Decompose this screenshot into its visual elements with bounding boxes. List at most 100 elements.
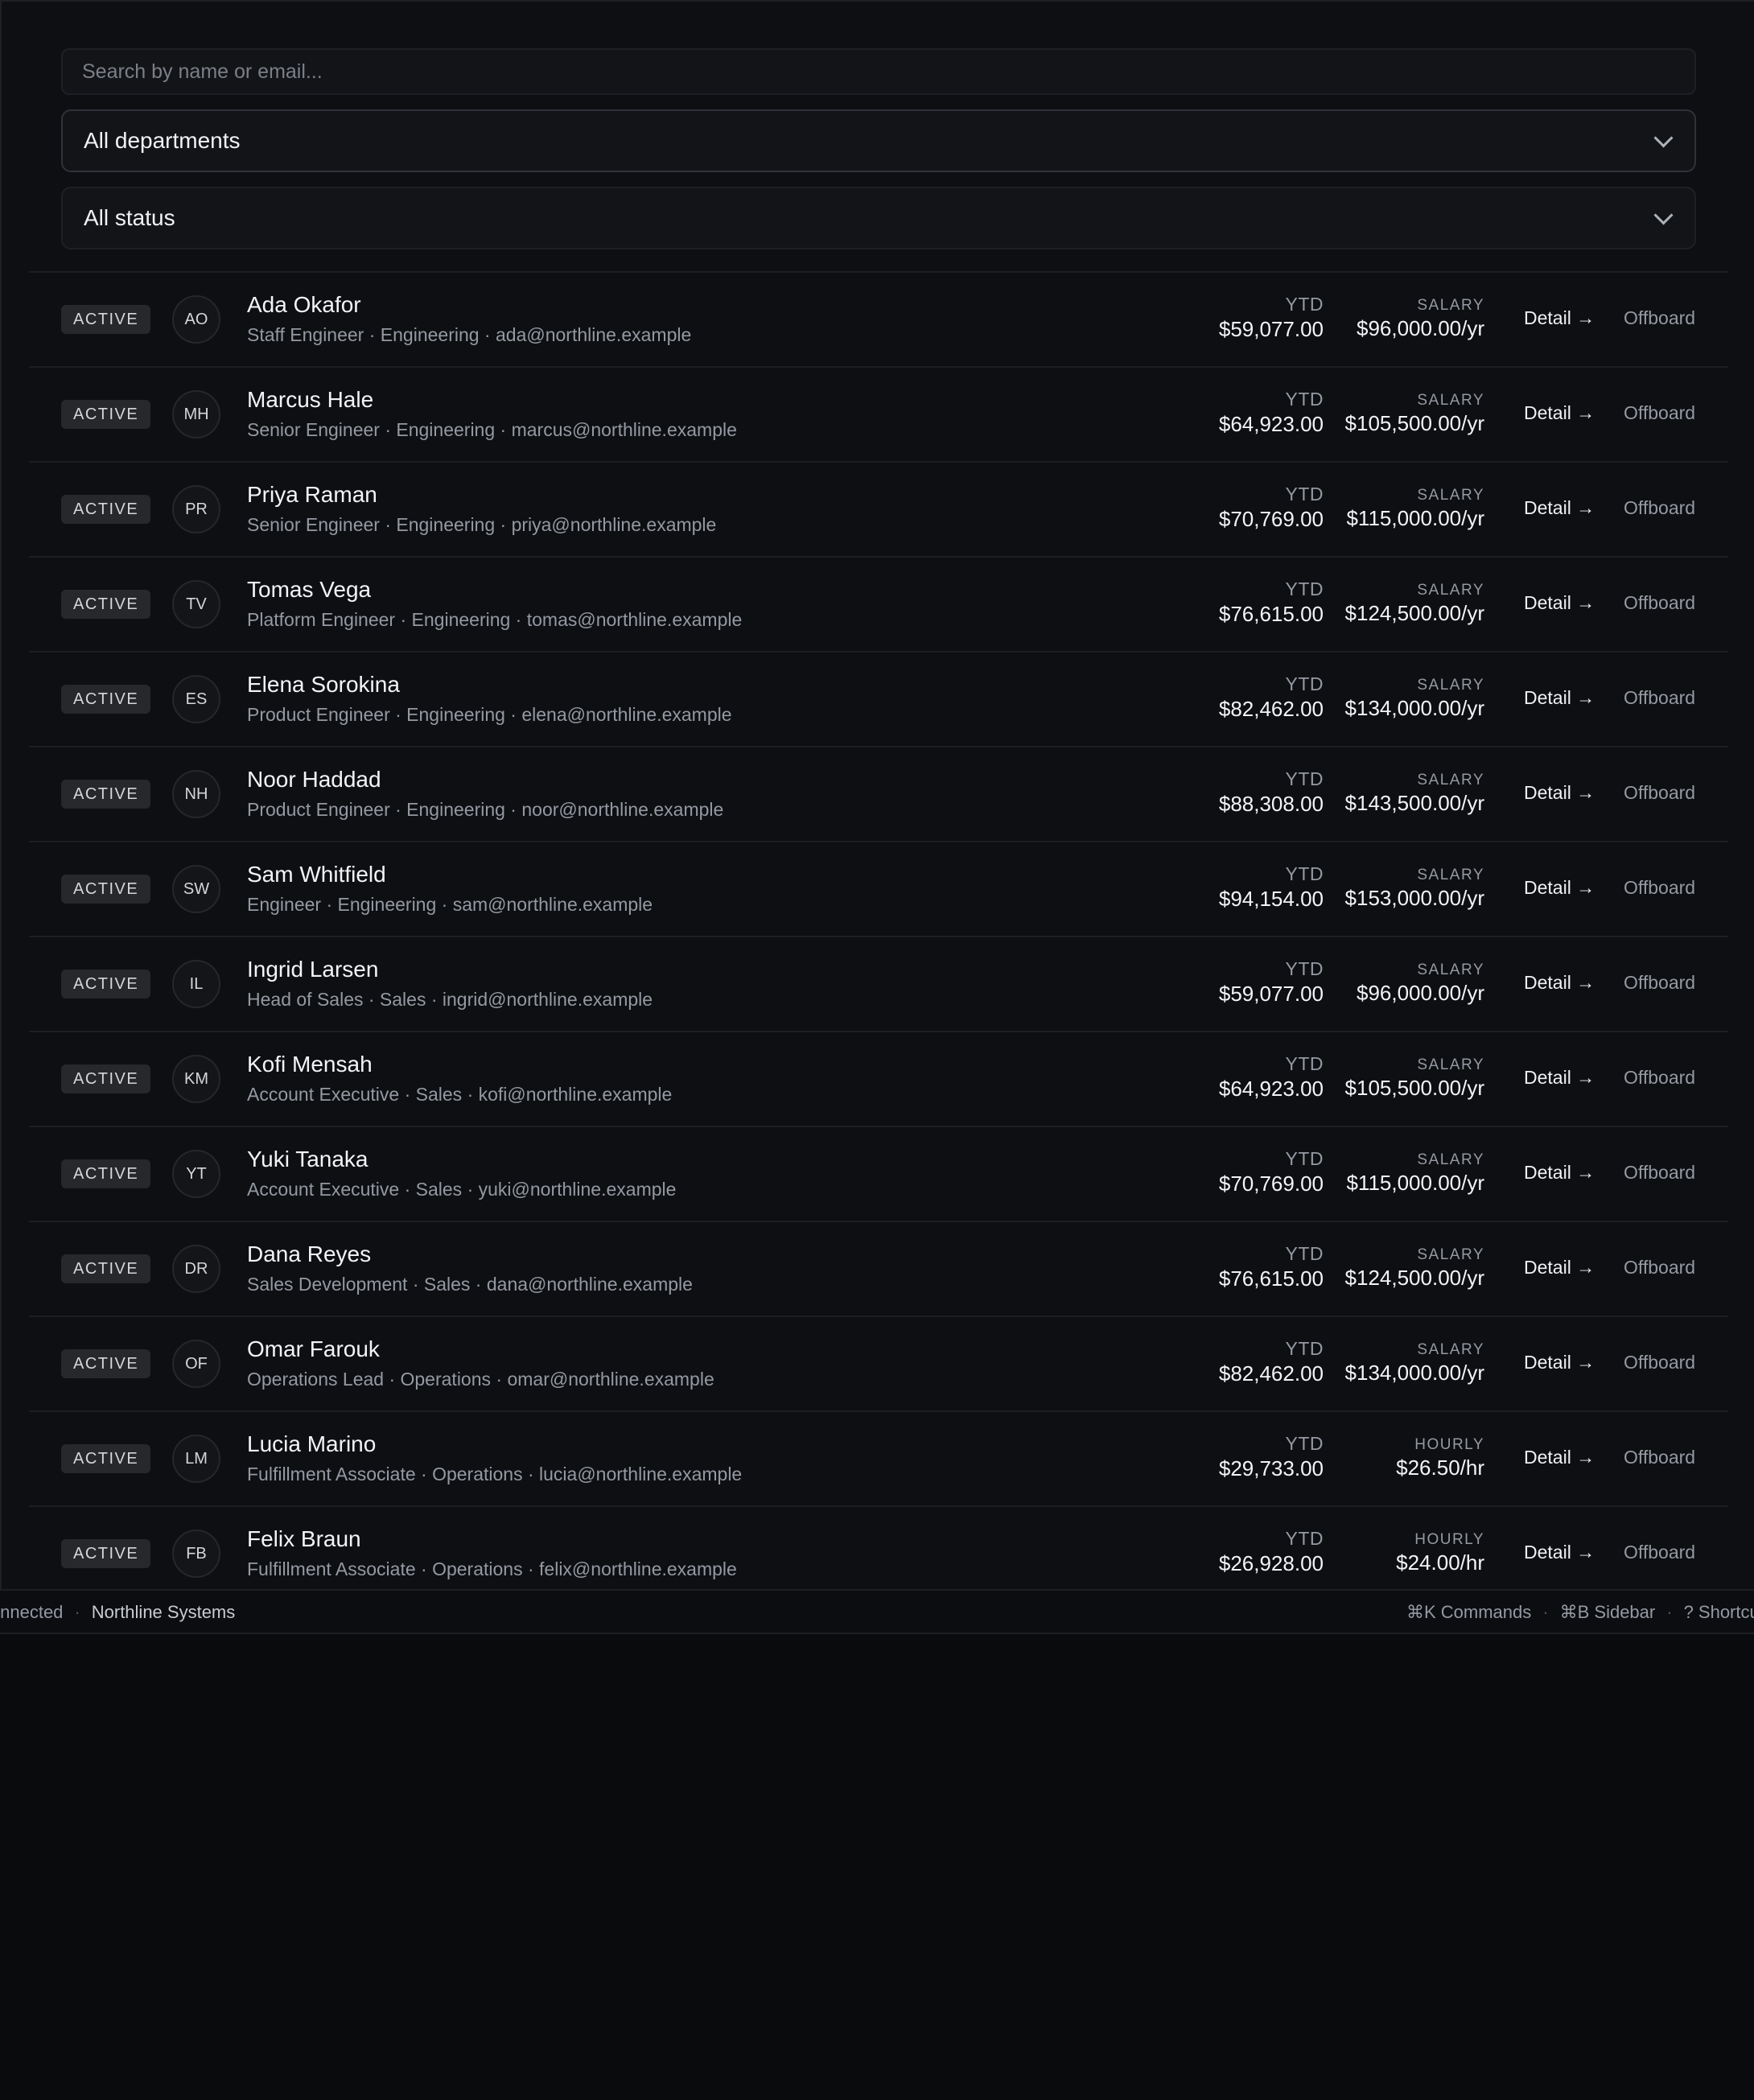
status-select[interactable]: All status (61, 187, 1696, 249)
ytd-label: YTD (1285, 1148, 1324, 1169)
employee-name: Marcus Hale (247, 387, 374, 412)
chevron-down-icon (1653, 205, 1674, 225)
pay-rate-block: SALARY $143,500.00/yr (1345, 772, 1484, 816)
pay-rate-value: $26.50/hr (1396, 1456, 1484, 1480)
ytd-block: YTD $64,923.00 (1219, 389, 1324, 437)
pay-rate-value: $134,000.00/yr (1344, 696, 1484, 720)
ytd-label: YTD (1285, 484, 1324, 504)
department-select[interactable]: All departments (61, 109, 1696, 172)
offboard-button[interactable]: Offboard (1624, 1257, 1695, 1279)
pay-rate-block: SALARY $96,000.00/yr (1357, 961, 1484, 1006)
ytd-block: YTD $70,769.00 (1219, 484, 1324, 532)
status-bar-shortcuts: ⌘K Commands · ⌘B Sidebar · ? Shortcuts (1406, 1602, 1754, 1623)
employee-name: Yuki Tanaka (247, 1147, 369, 1171)
pay-rate-value: $153,000.00/yr (1344, 886, 1484, 910)
offboard-button[interactable]: Offboard (1624, 307, 1695, 329)
shortcuts-help[interactable]: ? Shortcuts (1684, 1602, 1754, 1622)
offboard-button[interactable]: Offboard (1624, 1162, 1695, 1184)
ytd-block: YTD $26,928.00 (1219, 1528, 1324, 1576)
sidebar-shortcut[interactable]: ⌘B Sidebar (1560, 1602, 1656, 1622)
employee-row: ACTIVE AO Ada Okafor Staff Engineer · Engin… (29, 273, 1728, 368)
offboard-button[interactable]: Offboard (1624, 1447, 1695, 1468)
pay-rate-label: SALARY (1417, 392, 1484, 409)
status-badge: ACTIVE (61, 1444, 151, 1473)
pay-rate-value: $96,000.00/yr (1356, 981, 1484, 1005)
offboard-button[interactable]: Offboard (1624, 687, 1695, 709)
ytd-value: $76,615.00 (1218, 1266, 1324, 1291)
employee-row: ACTIVE OF Omar Farouk Operations Lead · Ope… (29, 1317, 1728, 1412)
ytd-label: YTD (1285, 673, 1324, 694)
offboard-button[interactable]: Offboard (1624, 402, 1695, 424)
status-badge: ACTIVE (61, 400, 151, 429)
separator: · (1666, 1602, 1673, 1622)
offboard-button[interactable]: Offboard (1624, 877, 1695, 899)
commands-shortcut[interactable]: ⌘K Commands (1406, 1602, 1531, 1622)
employee-name: Tomas Vega (247, 577, 372, 602)
ytd-label: YTD (1285, 579, 1324, 599)
employee-name: Ada Okafor (247, 292, 361, 317)
employee-name: Priya Raman (247, 482, 377, 507)
detail-link[interactable]: Detail → (1524, 1067, 1595, 1089)
ytd-value: $64,923.00 (1218, 1077, 1324, 1101)
offboard-button[interactable]: Offboard (1624, 1542, 1695, 1563)
employee-meta: Senior Engineer · Engineering · marcus@n… (247, 419, 737, 440)
avatar: PR (172, 485, 220, 533)
status-select-value: All status (84, 205, 175, 230)
employee-meta: Head of Sales · Sales · ingrid@northline… (247, 989, 653, 1010)
pay-rate-block: SALARY $96,000.00/yr (1357, 297, 1484, 341)
offboard-button[interactable]: Offboard (1624, 1067, 1695, 1089)
pay-rate-block: SALARY $115,000.00/yr (1346, 487, 1484, 531)
ytd-label: YTD (1285, 389, 1324, 410)
avatar: TV (172, 580, 220, 628)
ytd-value: $70,769.00 (1218, 507, 1324, 531)
detail-link[interactable]: Detail → (1524, 972, 1595, 994)
employee-row: ACTIVE IL Ingrid Larsen Head of Sales · Sal… (29, 937, 1728, 1032)
offboard-button[interactable]: Offboard (1624, 592, 1695, 614)
ytd-value: $29,733.00 (1218, 1456, 1324, 1480)
detail-link[interactable]: Detail → (1524, 592, 1595, 614)
employee-list: ACTIVE AO Ada Okafor Staff Engineer · Engin… (29, 271, 1728, 1602)
pay-rate-value: $105,500.00/yr (1344, 411, 1484, 435)
employee-meta: Fulfillment Associate · Operations · luc… (247, 1464, 743, 1484)
status-bar: Connected · Northline Systems ⌘K Commands ·… (0, 1589, 1754, 1634)
employee-row: ACTIVE NH Noor Haddad Product Engineer · En… (29, 747, 1728, 842)
avatar: YT (172, 1150, 220, 1198)
employee-row: ACTIVE LM Lucia Marino Fulfillment Associat… (29, 1412, 1728, 1507)
detail-link[interactable]: Detail → (1524, 877, 1595, 899)
pay-rate-block: SALARY $115,000.00/yr (1346, 1151, 1484, 1196)
detail-link[interactable]: Detail → (1524, 687, 1595, 709)
ytd-value: $76,615.00 (1218, 602, 1324, 626)
avatar: LM (172, 1435, 220, 1483)
detail-link[interactable]: Detail → (1524, 1542, 1595, 1563)
employee-name: Ingrid Larsen (247, 957, 379, 982)
detail-link[interactable]: Detail → (1524, 1447, 1595, 1468)
employee-meta: Engineer · Engineering · sam@northline.e… (247, 894, 653, 915)
employee-meta: Account Executive · Sales · kofi@northli… (247, 1084, 673, 1105)
status-badge: ACTIVE (61, 1539, 151, 1568)
employee-meta: Staff Engineer · Engineering · ada@north… (247, 324, 692, 345)
detail-link[interactable]: Detail → (1524, 1257, 1595, 1279)
ytd-block: YTD $59,077.00 (1219, 958, 1324, 1007)
detail-link[interactable]: Detail → (1524, 307, 1595, 329)
detail-link[interactable]: Detail → (1524, 497, 1595, 519)
offboard-button[interactable]: Offboard (1624, 497, 1695, 519)
ytd-value: $59,077.00 (1218, 982, 1324, 1006)
employee-name: Dana Reyes (247, 1241, 372, 1266)
detail-link[interactable]: Detail → (1524, 402, 1595, 424)
detail-link[interactable]: Detail → (1524, 782, 1595, 804)
search-input[interactable] (61, 48, 1696, 95)
pay-rate-label: SALARY (1417, 1341, 1484, 1358)
separator: · (1542, 1602, 1549, 1622)
ytd-block: YTD $59,077.00 (1219, 294, 1324, 342)
connection-status: Connected (0, 1602, 64, 1622)
offboard-button[interactable]: Offboard (1624, 972, 1695, 994)
detail-link[interactable]: Detail → (1524, 1162, 1595, 1184)
offboard-button[interactable]: Offboard (1624, 1352, 1695, 1373)
detail-link[interactable]: Detail → (1524, 1352, 1595, 1373)
employee-meta: Product Engineer · Engineering · elena@n… (247, 704, 732, 725)
avatar: IL (172, 960, 220, 1008)
offboard-button[interactable]: Offboard (1624, 782, 1695, 804)
ytd-block: YTD $76,615.00 (1219, 579, 1324, 627)
employee-meta: Platform Engineer · Engineering · tomas@… (247, 609, 743, 630)
pay-rate-block: SALARY $124,500.00/yr (1345, 582, 1484, 626)
